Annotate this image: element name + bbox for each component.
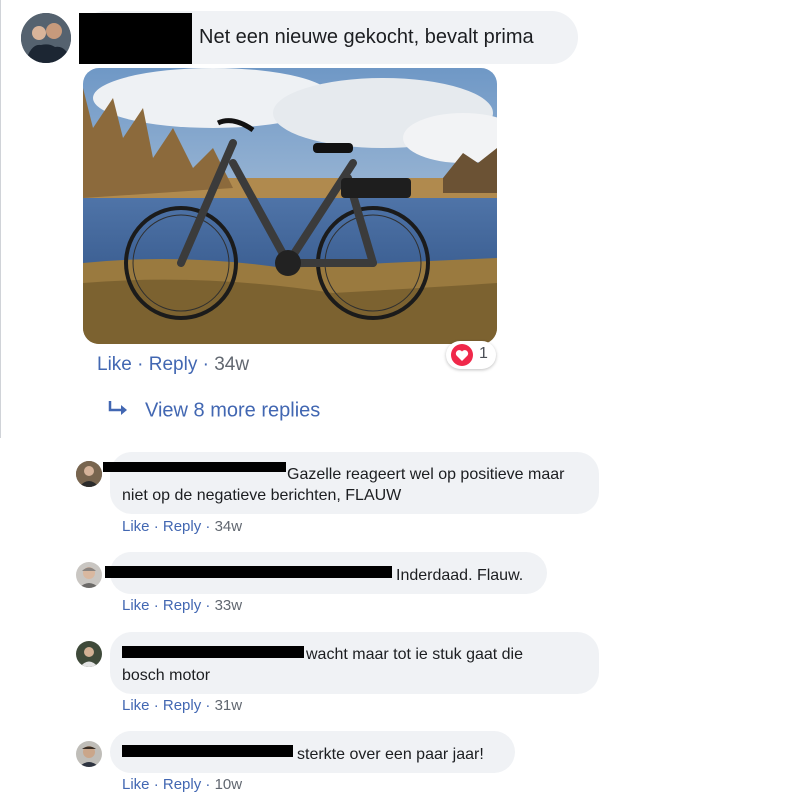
like-button[interactable]: Like	[97, 354, 132, 375]
redacted-name	[103, 462, 286, 472]
reply-button[interactable]: Reply	[163, 597, 201, 614]
avatar[interactable]	[76, 741, 102, 767]
comment-actions: Like · Reply · 34w	[97, 354, 249, 376]
reply-button[interactable]: Reply	[149, 354, 198, 375]
comment-text: Net een nieuwe gekocht, bevalt prima	[199, 26, 534, 48]
reply-button[interactable]: Reply	[163, 776, 201, 793]
redacted-name	[122, 646, 304, 658]
separator: ·	[205, 597, 211, 614]
reply-actions: Like · Reply · 33w	[122, 597, 242, 614]
reply-actions: Like · Reply · 10w	[122, 776, 242, 793]
reply-text: bosch motor	[122, 667, 211, 684]
like-button[interactable]: Like	[122, 597, 150, 614]
view-more-label: View 8 more replies	[145, 399, 321, 422]
redacted-name	[79, 13, 192, 64]
separator: ·	[205, 518, 211, 535]
timestamp[interactable]: 33w	[215, 597, 243, 614]
reply-actions: Like · Reply · 34w	[122, 518, 242, 535]
like-button[interactable]: Like	[122, 518, 150, 535]
timestamp[interactable]: 10w	[215, 776, 243, 793]
reaction-count: 1	[479, 345, 488, 362]
redacted-name	[105, 566, 392, 578]
reply-text: wacht maar tot ie stuk gaat die	[306, 646, 523, 663]
reply-text: Gazelle reageert wel op positieve maar	[287, 466, 565, 483]
avatar[interactable]	[76, 461, 102, 487]
like-button[interactable]: Like	[122, 776, 150, 793]
avatar[interactable]	[76, 562, 102, 588]
separator: ·	[205, 697, 211, 714]
reply-arrow-icon	[107, 399, 131, 423]
separator: ·	[202, 354, 209, 375]
avatar[interactable]	[76, 641, 102, 667]
separator: ·	[137, 354, 144, 375]
view-more-replies-link[interactable]: View 8 more replies	[107, 399, 320, 423]
reply-button[interactable]: Reply	[163, 518, 201, 535]
timestamp[interactable]: 34w	[215, 518, 243, 535]
reply-text: Inderdaad. Flauw.	[396, 567, 524, 584]
reply-text: niet op de negatieve berichten, FLAUW	[122, 487, 402, 504]
thread-line	[0, 0, 1, 438]
bike-photo[interactable]	[83, 68, 497, 344]
separator: ·	[153, 697, 159, 714]
separator: ·	[153, 597, 159, 614]
reply-button[interactable]: Reply	[163, 697, 201, 714]
reaction-badge[interactable]: 1	[446, 341, 496, 369]
separator: ·	[153, 518, 159, 535]
reply-text: sterkte over een paar jaar!	[297, 746, 484, 763]
redacted-name	[122, 745, 293, 757]
separator: ·	[153, 776, 159, 793]
timestamp[interactable]: 31w	[215, 697, 243, 714]
heart-icon	[451, 344, 473, 366]
reply-actions: Like · Reply · 31w	[122, 697, 242, 714]
like-button[interactable]: Like	[122, 697, 150, 714]
timestamp[interactable]: 34w	[214, 354, 249, 375]
separator: ·	[205, 776, 211, 793]
avatar[interactable]	[21, 13, 71, 63]
